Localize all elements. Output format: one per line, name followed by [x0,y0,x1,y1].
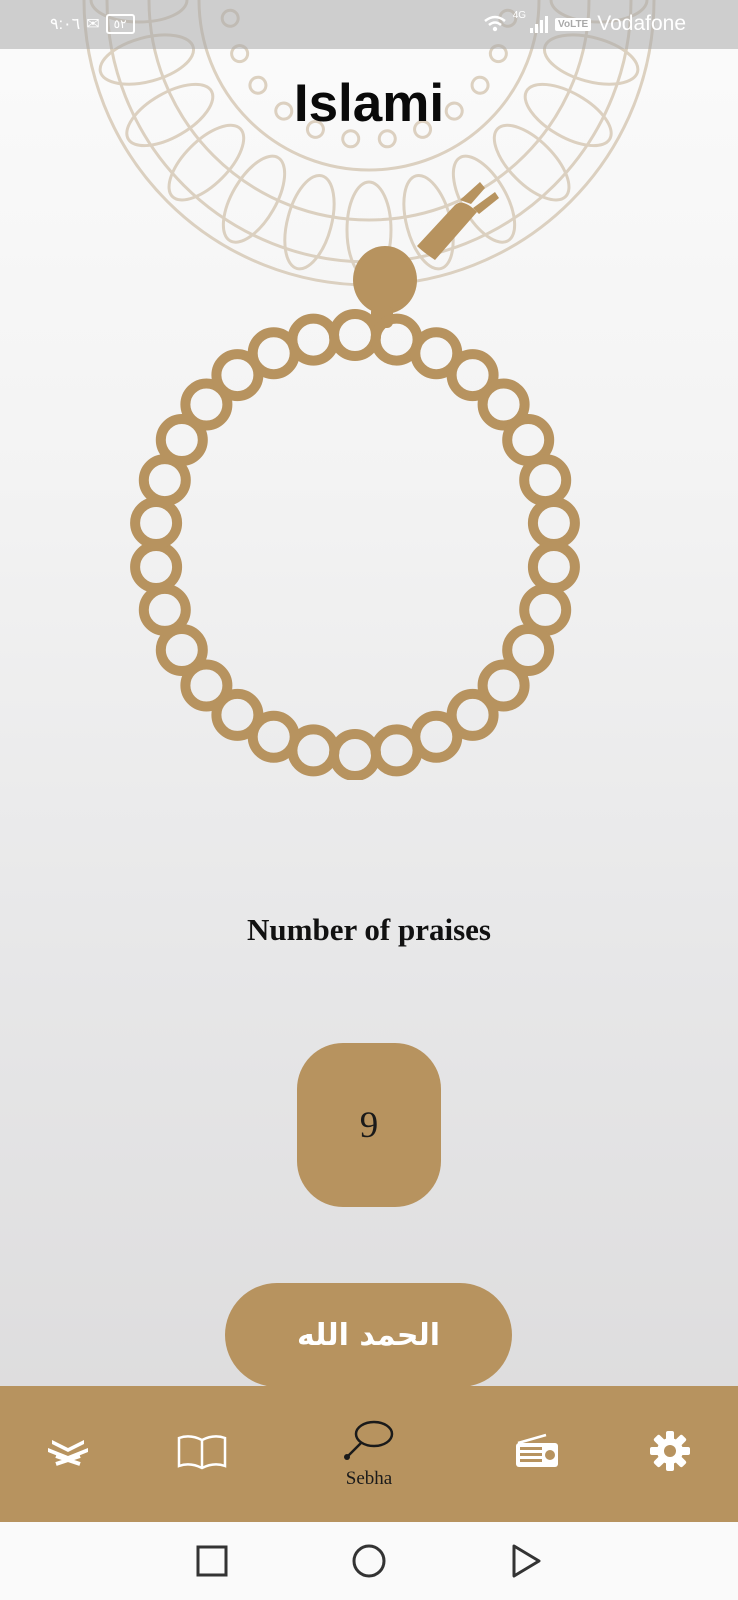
bead [329,729,381,780]
nav-item-radio[interactable] [497,1386,577,1522]
bead [519,454,572,507]
circle-icon [352,1544,386,1578]
book-icon [177,1435,227,1470]
sebha-screen: ٩:٠٦ ✉ ٥٢ 4G VoLTE Vodafone Islami Numbe… [0,0,738,1600]
nav-item-hadeth[interactable] [162,1386,242,1522]
praise-button[interactable]: الحمد الله [225,1283,512,1387]
volte-badge: VoLTE [555,17,592,31]
battery-indicator: ٥٢ [105,14,135,34]
nav-item-sebha[interactable]: Sebha [319,1386,419,1522]
bead [527,541,580,593]
triangle-icon [512,1544,541,1578]
praise-count: 9 [359,1104,379,1146]
bead [130,541,183,593]
bead [130,497,183,549]
status-bar: ٩:٠٦ ✉ ٥٢ 4G VoLTE Vodafone [0,0,738,49]
nav-item-settings[interactable] [630,1386,710,1522]
recent-apps-button[interactable] [172,1522,252,1600]
bead [527,497,580,549]
settings-icon [650,1431,690,1471]
radio-icon [516,1433,558,1467]
quran-icon [48,1440,88,1466]
carrier-name: Vodafone [597,12,686,35]
network-type: 4G [512,9,527,21]
praise-counter: 9 [297,1043,441,1207]
nav-label-sebha: Sebha [345,1468,393,1489]
bottom-navigation: Sebha [0,1386,738,1522]
wifi-icon [483,15,506,32]
home-button[interactable] [329,1522,409,1600]
status-left: ٩:٠٦ ✉ ٥٢ [50,12,135,36]
bead [287,313,340,366]
nav-item-quran[interactable] [28,1386,108,1522]
bead [329,309,381,361]
bead [370,724,423,777]
square-icon [196,1545,228,1577]
status-time: ٩:٠٦ [50,16,81,33]
sebha-beads-image[interactable] [105,160,605,780]
system-navigation-bar [0,1522,738,1600]
app-title: Islami [293,74,445,133]
sebha-icon [344,1420,394,1460]
back-button[interactable] [486,1522,566,1600]
praises-label: Number of praises [247,912,491,947]
status-right: 4G VoLTE Vodafone [483,10,686,38]
signal-icon [530,16,549,33]
bead [138,583,191,636]
notification-icon: ✉ [86,16,100,33]
